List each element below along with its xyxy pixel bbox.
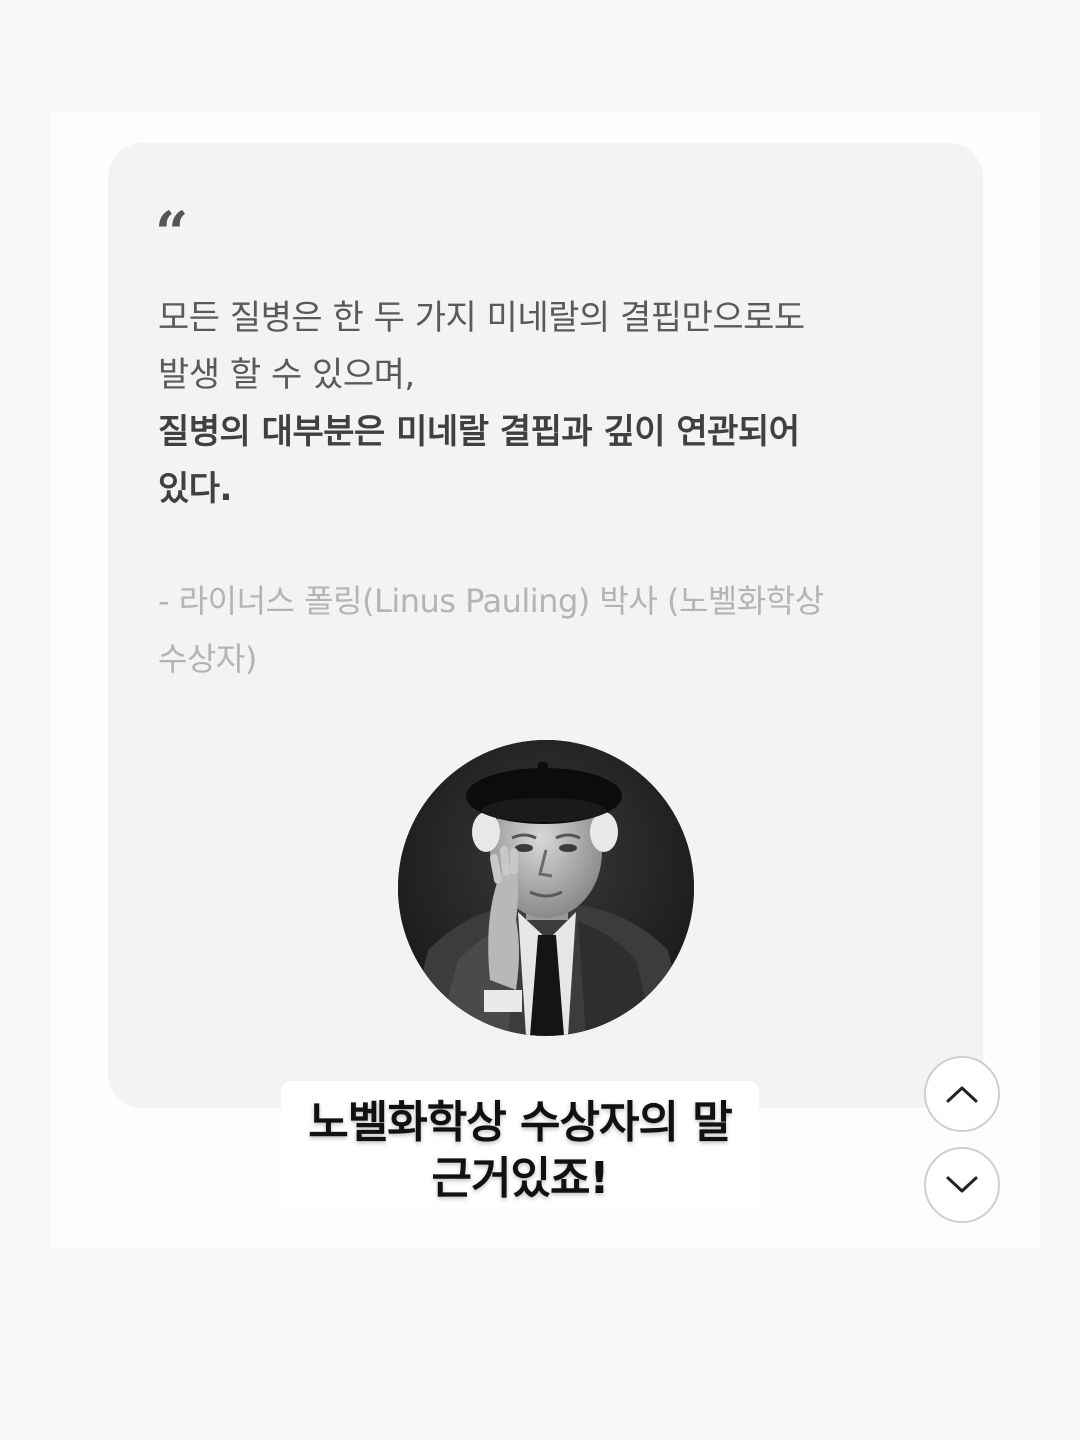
attribution-line: 수상자): [158, 640, 257, 678]
quote-line: 모든 질병은 한 두 가지 미네랄의 결핍만으로도: [158, 298, 805, 338]
caption-line: 근거있죠!: [431, 1153, 610, 1204]
attribution-line: - 라이너스 폴링(Linus Pauling) 박사 (노벨화학상: [158, 582, 824, 620]
quote-line-emphasis: 있다.: [158, 469, 232, 509]
quote-text: 모든 질병은 한 두 가지 미네랄의 결핍만으로도 발생 할 수 있으며, 질병…: [158, 290, 938, 518]
caption-line: 노벨화학상 수상자의 말: [308, 1097, 732, 1148]
portrait-image: [398, 740, 694, 1036]
scroll-down-button[interactable]: [924, 1147, 1000, 1223]
quote-line: 발생 할 수 있으며,: [158, 355, 415, 395]
quote-attribution: - 라이너스 폴링(Linus Pauling) 박사 (노벨화학상 수상자): [158, 572, 938, 688]
portrait-photo: [398, 740, 694, 1036]
scroll-up-button[interactable]: [924, 1056, 1000, 1132]
caption: 노벨화학상 수상자의 말 근거있죠!: [270, 1095, 770, 1207]
quote-mark-icon: “: [155, 199, 189, 267]
chevron-up-icon: [946, 1086, 978, 1103]
quote-line-emphasis: 질병의 대부분은 미네랄 결핍과 깊이 연관되어: [158, 412, 800, 452]
chevron-down-icon: [946, 1176, 978, 1193]
